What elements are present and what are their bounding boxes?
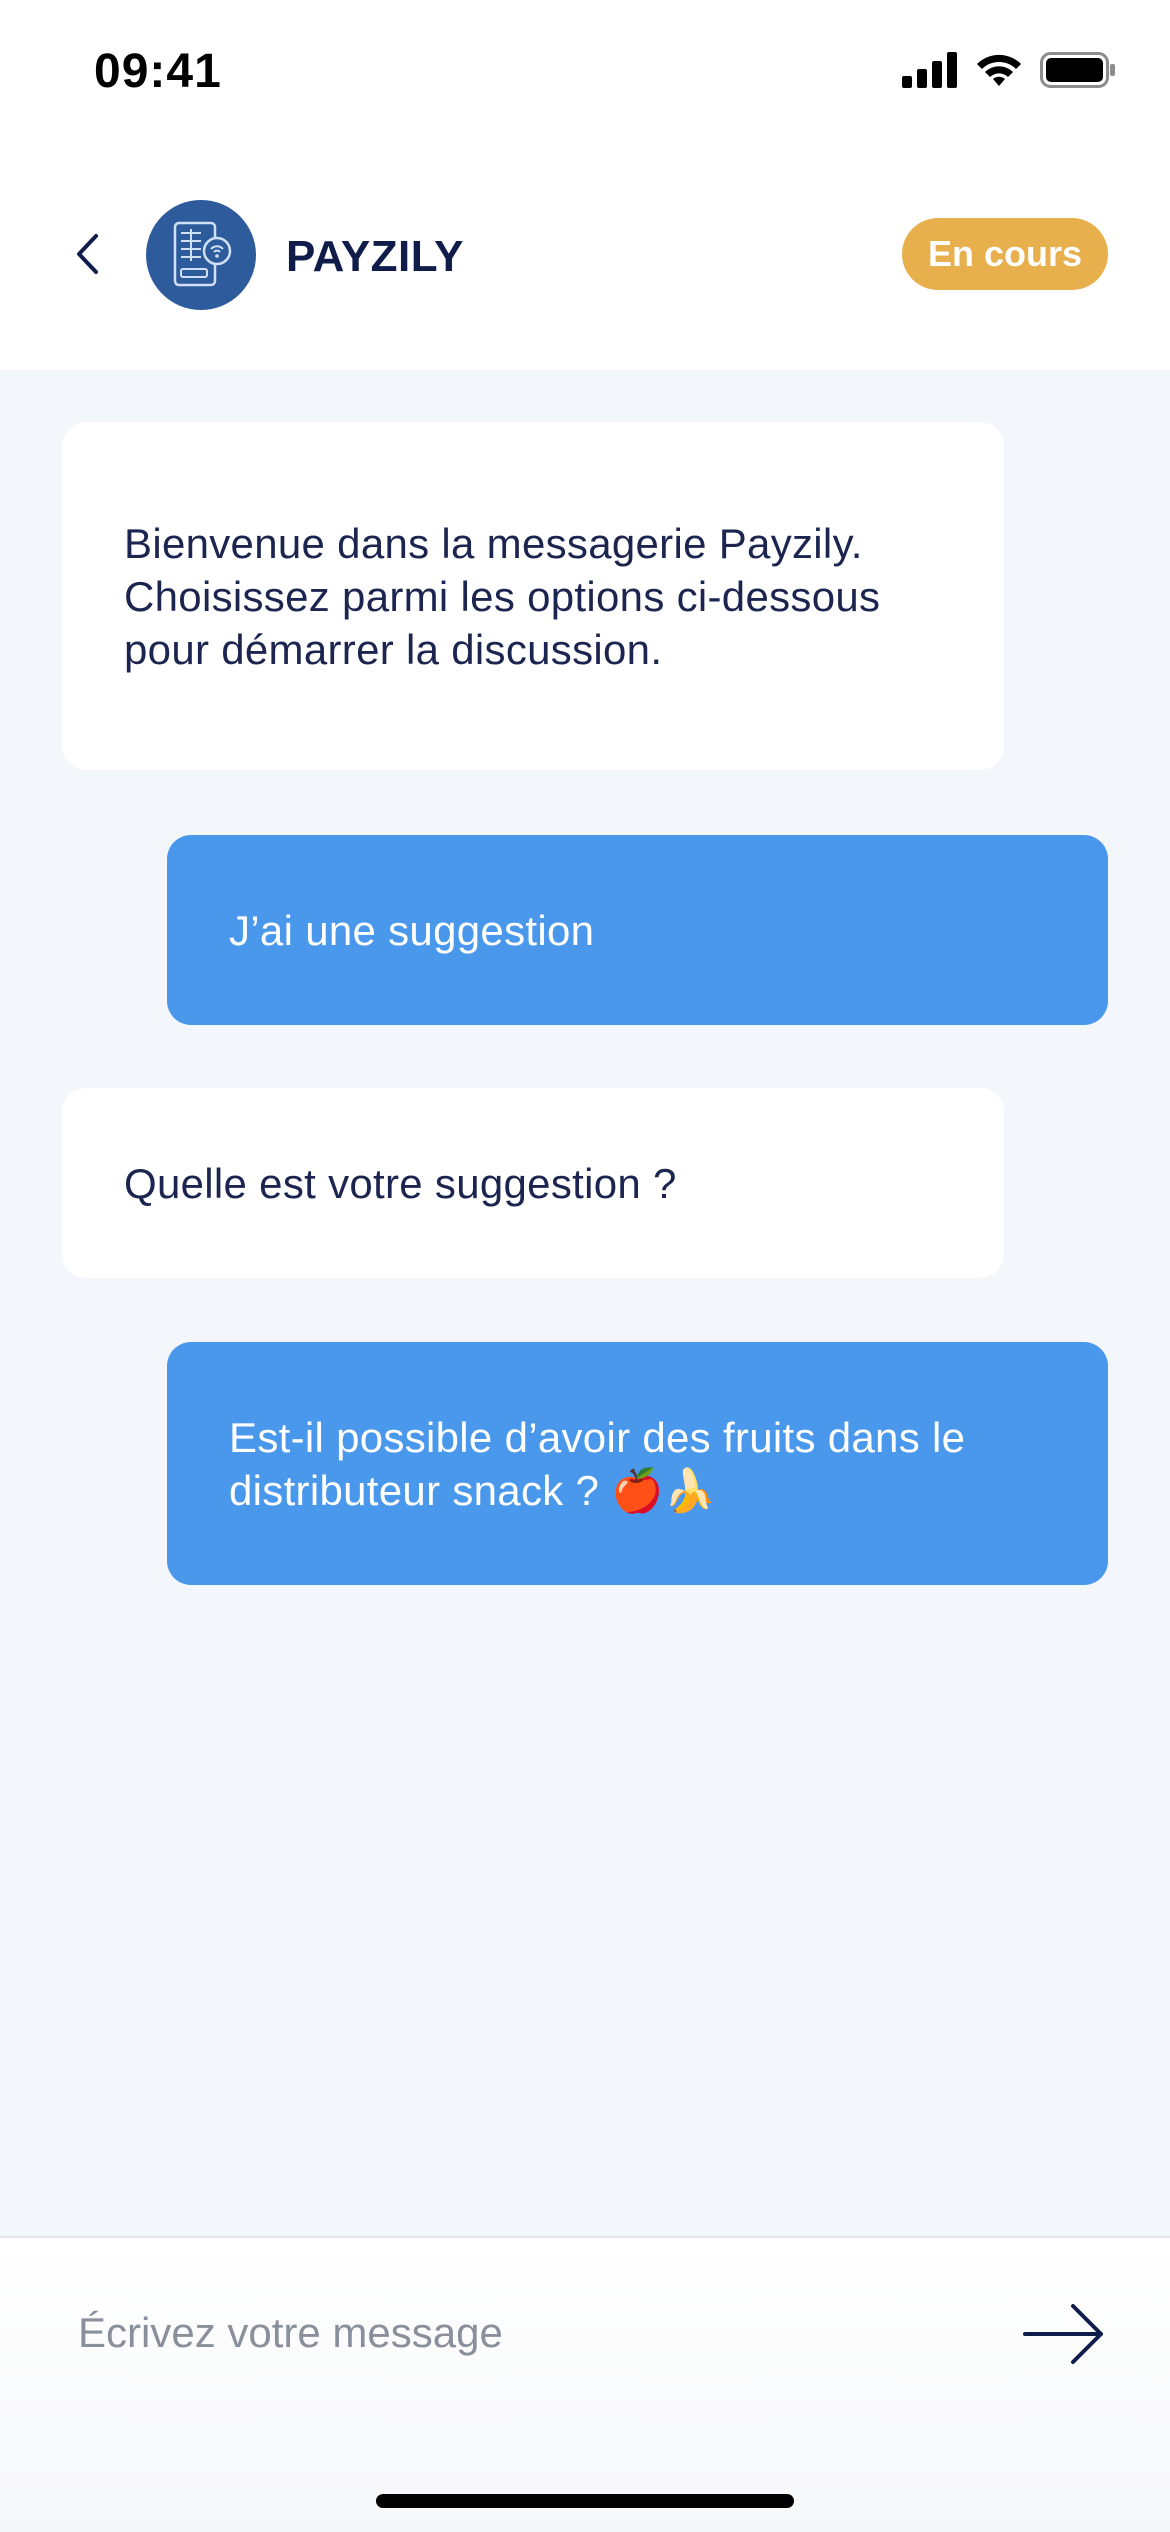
chat-header: PAYZILY En cours xyxy=(0,150,1170,370)
message-list[interactable]: Bienvenue dans la messagerie Payzily. Ch… xyxy=(0,370,1170,2236)
avatar xyxy=(146,200,256,310)
status-badge: En cours xyxy=(901,218,1108,290)
battery-icon xyxy=(1040,52,1116,93)
user-message: Est-il possible d’avoir des fruits dans … xyxy=(167,1342,1108,1585)
status-bar: 09:41 xyxy=(0,0,1170,150)
send-button[interactable] xyxy=(1016,2298,1112,2374)
message-input[interactable] xyxy=(78,2298,978,2368)
back-button[interactable] xyxy=(62,228,112,284)
home-indicator xyxy=(376,2494,794,2508)
wifi-icon xyxy=(974,52,1024,93)
vending-machine-icon xyxy=(161,213,241,298)
chat-screen: 09:41 PAYZILY En cours Bienvenue dans la… xyxy=(0,0,1170,2532)
status-icons xyxy=(902,52,1116,93)
message-text: Est-il possible d’avoir des fruits dans … xyxy=(229,1413,966,1514)
user-message: J’ai une suggestion xyxy=(167,835,1108,1025)
message-composer xyxy=(0,2236,1170,2532)
status-time: 09:41 xyxy=(94,45,222,98)
contact-name: PAYZILY xyxy=(286,232,464,281)
message-text: J’ai une suggestion xyxy=(229,906,595,954)
arrow-right-icon xyxy=(1021,2301,1107,2372)
message-text: Bienvenue dans la messagerie Payzily. Ch… xyxy=(124,519,881,673)
cellular-signal-icon xyxy=(902,52,958,93)
chevron-left-icon xyxy=(74,232,100,281)
bot-message: Quelle est votre suggestion ? xyxy=(62,1088,1004,1278)
bot-message: Bienvenue dans la messagerie Payzily. Ch… xyxy=(62,422,1004,770)
message-text: Quelle est votre suggestion ? xyxy=(124,1159,677,1207)
